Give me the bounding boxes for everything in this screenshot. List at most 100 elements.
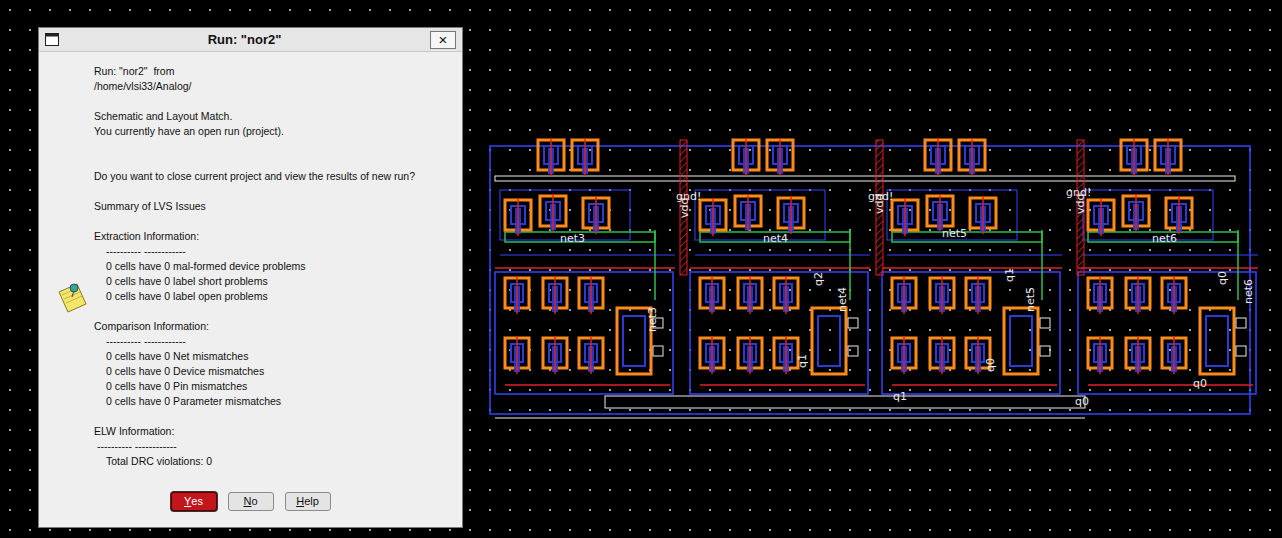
contact bbox=[1162, 276, 1186, 314]
contact bbox=[738, 336, 762, 374]
net-label: net4 bbox=[836, 287, 849, 312]
contact bbox=[966, 276, 990, 314]
issue-section: Extraction Information:---------- ------… bbox=[94, 214, 458, 304]
net-label: net6 bbox=[1152, 232, 1177, 245]
contact bbox=[505, 198, 531, 236]
text-line: You currently have an open run (project)… bbox=[94, 124, 458, 139]
question-text: Do you want to close current project and… bbox=[94, 169, 458, 184]
layout-cell bbox=[1078, 138, 1258, 394]
contact bbox=[538, 138, 564, 176]
section-title: Comparison Information: bbox=[94, 319, 458, 334]
dialog-button[interactable]: Yes bbox=[171, 492, 217, 511]
contact bbox=[700, 276, 724, 314]
layout-cell bbox=[690, 138, 870, 394]
contact bbox=[700, 198, 726, 236]
net-label: net5 bbox=[1024, 287, 1037, 312]
contact bbox=[1088, 276, 1112, 314]
contact bbox=[579, 336, 603, 374]
window-title: Run: "nor2" bbox=[59, 30, 430, 50]
issue-section: Comparison Information:---------- ------… bbox=[94, 304, 458, 409]
text-line: Schematic and Layout Match. bbox=[94, 109, 458, 124]
contact bbox=[700, 336, 724, 374]
contact bbox=[1155, 138, 1181, 176]
section-rule: ---------- ------------ bbox=[94, 334, 458, 349]
contact bbox=[1121, 138, 1147, 176]
contact bbox=[774, 276, 798, 314]
contact bbox=[767, 138, 793, 176]
section-item: 0 cells have 0 label short problems bbox=[94, 274, 458, 289]
contact bbox=[735, 194, 761, 232]
net-label: net5 bbox=[942, 227, 967, 240]
net-label: q0 bbox=[984, 358, 997, 372]
contact bbox=[543, 276, 567, 314]
layout-cell bbox=[882, 138, 1062, 394]
summary-title: Summary of LVS Issues bbox=[94, 199, 458, 214]
layout-canvas[interactable]: gnd!gnd!gnd!vddvddvddnet3net4net5net6net… bbox=[480, 125, 1270, 430]
contact bbox=[925, 138, 951, 176]
dialog-button[interactable]: No bbox=[228, 492, 274, 511]
contact bbox=[1162, 336, 1186, 374]
contact bbox=[505, 336, 529, 374]
contact bbox=[738, 276, 762, 314]
section-item: 0 cells have 0 Net mismatches bbox=[94, 349, 458, 364]
contact bbox=[583, 196, 609, 234]
net-label: q1 bbox=[893, 390, 907, 403]
contact bbox=[1126, 276, 1150, 314]
contact bbox=[733, 138, 759, 176]
contact bbox=[1088, 198, 1114, 236]
close-button[interactable]: × bbox=[430, 31, 456, 49]
net-label: q1 bbox=[796, 354, 809, 368]
dialog-body: Run: "nor2" from/home/vlsi33/Analog/Sche… bbox=[39, 52, 462, 527]
contact bbox=[579, 276, 603, 314]
contact bbox=[1126, 336, 1150, 374]
contact bbox=[970, 196, 996, 234]
section-item: 0 cells have 0 label open problems bbox=[94, 289, 458, 304]
section-rule: ---------- ------------ bbox=[94, 439, 458, 454]
net-label: q0 bbox=[1193, 377, 1207, 390]
contact bbox=[774, 336, 798, 374]
section-item: Total DRC violations: 0 bbox=[94, 454, 458, 469]
net-label: q1 bbox=[1003, 268, 1016, 282]
note-icon bbox=[55, 280, 89, 316]
contact bbox=[505, 276, 529, 314]
button-row: Yes No Help bbox=[39, 492, 462, 527]
section-item: 0 cells have 0 Device mismatches bbox=[94, 364, 458, 379]
text-line: /home/vlsi33/Analog/ bbox=[94, 79, 458, 94]
text-line: Run: "nor2" from bbox=[94, 64, 458, 79]
section-title: ELW Information: bbox=[94, 424, 458, 439]
run-dialog: Run: "nor2"×Run: "nor2" from/home/vlsi33… bbox=[38, 27, 463, 528]
section-title: Extraction Information: bbox=[94, 229, 458, 244]
contact bbox=[930, 336, 954, 374]
section-item: 0 cells have 0 Pin mismatches bbox=[94, 379, 458, 394]
contact bbox=[572, 138, 598, 176]
desktop: gnd!gnd!gnd!vddvddvddnet3net4net5net6net… bbox=[0, 0, 1282, 538]
net-label: q0 bbox=[1075, 395, 1089, 408]
net-label: q2 bbox=[812, 272, 825, 286]
section-rule: ---------- ------------ bbox=[94, 244, 458, 259]
issue-section: ELW Information: ---------- ------------… bbox=[94, 409, 458, 469]
contact bbox=[1088, 336, 1112, 374]
net-label: vdd bbox=[678, 198, 691, 218]
layout-cell bbox=[495, 138, 675, 394]
net-label: net6 bbox=[1242, 279, 1255, 304]
net-label: vdd bbox=[873, 194, 886, 214]
window-icon[interactable] bbox=[45, 33, 59, 46]
net-label: net4 bbox=[763, 232, 788, 245]
contact bbox=[543, 336, 567, 374]
section-item: 0 cells have 0 Parameter mismatches bbox=[94, 394, 458, 409]
contact bbox=[959, 138, 985, 176]
net-label: net3 bbox=[646, 307, 659, 332]
net-label: q0 bbox=[1216, 271, 1229, 285]
title-bar[interactable]: Run: "nor2"× bbox=[39, 28, 462, 52]
net-label: net3 bbox=[560, 232, 585, 245]
dialog-button[interactable]: Help bbox=[285, 492, 331, 511]
contact bbox=[778, 196, 804, 234]
contact bbox=[1166, 196, 1192, 234]
contact bbox=[892, 336, 916, 374]
contact bbox=[892, 198, 918, 236]
section-item: 0 cells have 0 mal-formed device problem… bbox=[94, 259, 458, 274]
contact bbox=[1123, 194, 1149, 232]
contact bbox=[930, 276, 954, 314]
contact bbox=[540, 194, 566, 232]
net-label: vdd bbox=[1074, 194, 1087, 214]
